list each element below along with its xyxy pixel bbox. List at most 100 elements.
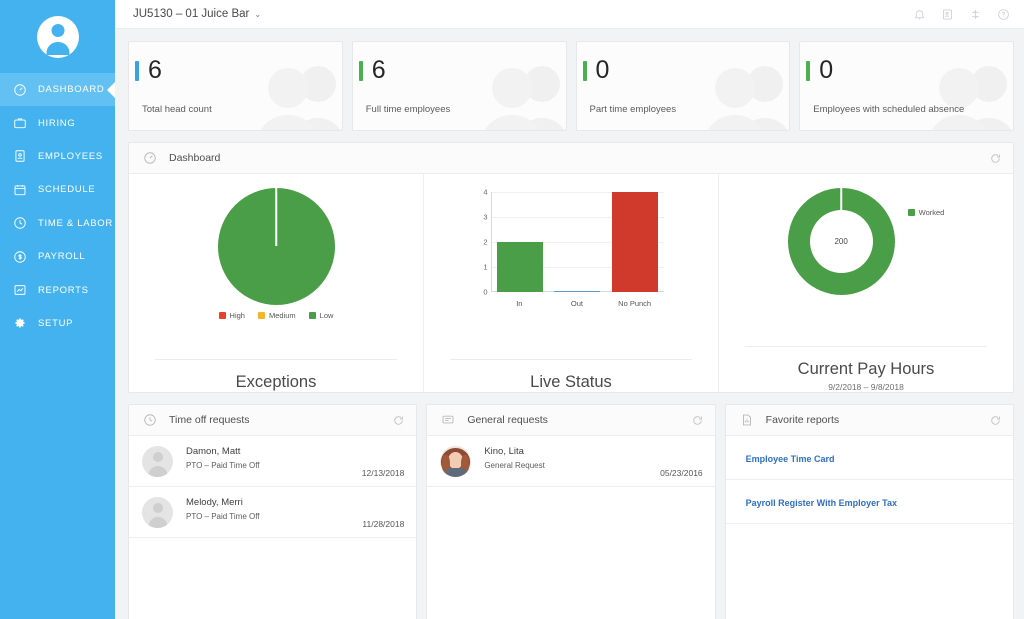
- refresh-icon[interactable]: [989, 152, 1002, 165]
- refresh-icon[interactable]: [691, 414, 704, 427]
- kpi-value: 0: [595, 56, 610, 84]
- kpi-label: Full time employees: [365, 104, 451, 115]
- kpi-label: Part time employees: [589, 104, 677, 115]
- list-item[interactable]: Employee Time Card: [725, 436, 1013, 480]
- sidebar-item-label: EMPLOYEES: [38, 150, 103, 162]
- legend-label: Medium: [268, 311, 296, 320]
- content: 6 Total head count 6 Full time employees: [115, 29, 1024, 619]
- sidebar-item-schedule[interactable]: SCHEDULE: [0, 173, 115, 206]
- plot-area: 4 3 2 1 0: [483, 188, 664, 297]
- company-selector[interactable]: JU5130 – 01 Juice Bar ⌄: [133, 8, 261, 20]
- sidebar-item-label: TIME & LABOR: [38, 217, 113, 229]
- sidebar-item-employees[interactable]: EMPLOYEES: [0, 140, 115, 173]
- time-off-requests-panel: Time off requests Damon, Matt PTO – Paid…: [128, 404, 418, 619]
- legend-swatch: [907, 209, 915, 216]
- time-off-list: Damon, Matt PTO – Paid Time Off 12/13/20…: [129, 436, 417, 619]
- report-link[interactable]: Employee Time Card: [746, 454, 835, 464]
- contact-card-icon[interactable]: [941, 8, 954, 21]
- placeholder-avatar: [142, 497, 173, 528]
- bar-no-punch[interactable]: [606, 192, 663, 292]
- list-item[interactable]: Melody, Merri PTO – Paid Time Off 11/28/…: [129, 487, 417, 538]
- kpi-card-part-time-employees[interactable]: 0 Part time employees: [575, 41, 791, 131]
- sidebar-item-time-and-labor[interactable]: TIME & LABOR: [0, 207, 115, 240]
- sidebar-item-setup[interactable]: SETUP: [0, 307, 115, 340]
- favorite-reports-panel: Favorite reports Employee Time Card Payr…: [724, 404, 1014, 619]
- user-avatar-icon: [36, 15, 79, 58]
- donut-center-value: 200: [834, 237, 848, 246]
- favorite-reports-panel-header: Favorite reports: [725, 405, 1013, 436]
- list-item[interactable]: Kino, Lita General Request 05/23/2016: [427, 436, 715, 487]
- y-tick: 1: [483, 262, 488, 272]
- kpi-value: 0: [819, 56, 834, 84]
- bell-icon[interactable]: [913, 8, 926, 21]
- request-date: 05/23/2016: [660, 468, 703, 478]
- general-requests-panel-header: General requests: [427, 405, 715, 436]
- general-requests-list: Kino, Lita General Request 05/23/2016: [427, 436, 715, 619]
- avatar: [440, 446, 472, 477]
- refresh-icon[interactable]: [989, 414, 1002, 427]
- kpi-accent-bar: [582, 61, 587, 81]
- bar-out[interactable]: [549, 192, 606, 292]
- bar-chart: 4 3 2 1 0 In Out No Punch: [469, 188, 674, 310]
- sidebar-item-payroll[interactable]: PAYROLL: [0, 240, 115, 273]
- avatar[interactable]: [0, 0, 115, 73]
- list-item[interactable]: Damon, Matt PTO – Paid Time Off 12/13/20…: [129, 436, 417, 487]
- report-link[interactable]: Payroll Register With Employer Tax: [746, 498, 897, 508]
- legend-swatch: [257, 312, 265, 319]
- legend-swatch: [308, 312, 316, 319]
- kpi-card-scheduled-absence[interactable]: 0 Employees with scheduled absence: [799, 41, 1014, 131]
- kpi-accent-bar: [806, 61, 811, 81]
- legend-label: High: [229, 311, 245, 320]
- legend-swatch: [218, 312, 226, 319]
- topbar: JU5130 – 01 Juice Bar ⌄: [115, 0, 1024, 29]
- sidebar-item-reports[interactable]: REPORTS: [0, 273, 115, 306]
- sidebar-item-label: SETUP: [38, 317, 74, 329]
- clock-icon: [142, 412, 158, 428]
- legend-label: Worked: [918, 208, 945, 217]
- x-tick: Out: [570, 299, 584, 308]
- x-tick: No Punch: [618, 299, 652, 308]
- legend-label: Low: [319, 311, 334, 320]
- exceptions-legend: High Medium Low: [218, 311, 334, 320]
- chat-bubble-icon: [440, 412, 456, 428]
- placeholder-avatar: [142, 446, 173, 477]
- company-name: JU5130 – 01 Juice Bar: [133, 8, 250, 20]
- exceptions-plot: High Medium Low: [129, 188, 423, 359]
- sidebar-item-dashboard[interactable]: DASHBOARD: [0, 73, 115, 107]
- id-badge-icon: [11, 148, 28, 165]
- chart-subtitle: 9/2/2018 – 9/8/2018: [828, 382, 904, 392]
- kpi-label: Employees with scheduled absence: [813, 104, 965, 115]
- request-meta: Melody, Merri PTO – Paid Time Off: [186, 497, 404, 521]
- sliders-icon[interactable]: [969, 8, 982, 21]
- chart-line-icon: [11, 282, 28, 299]
- request-name: Melody, Merri: [186, 497, 243, 508]
- sidebar-item-hiring[interactable]: HIRING: [0, 106, 115, 139]
- request-name: Kino, Lita: [484, 446, 524, 457]
- chart-title: Exceptions: [235, 373, 317, 391]
- general-requests-panel: General requests Kino, Lita General Requ…: [426, 404, 716, 619]
- sidebar-item-label: PAYROLL: [38, 251, 86, 263]
- kpi-card-full-time-employees[interactable]: 6 Full time employees: [351, 41, 567, 131]
- legend-item-high: High: [218, 311, 245, 320]
- y-tick: 0: [483, 287, 488, 297]
- dashboard-panel-header: Dashboard: [129, 143, 1013, 174]
- main-area: JU5130 – 01 Juice Bar ⌄ 6 Total head cou…: [115, 0, 1024, 619]
- x-labels: In Out No Punch: [491, 299, 664, 308]
- bar-in[interactable]: [492, 192, 549, 292]
- kpi-label: Total head count: [142, 104, 212, 115]
- time-off-panel-header: Time off requests: [129, 405, 417, 436]
- help-icon[interactable]: [997, 8, 1010, 21]
- kpi-card-total-head-count[interactable]: 6 Total head count: [128, 41, 343, 131]
- chart-title: Live Status: [530, 373, 612, 391]
- panel-title: Favorite reports: [765, 414, 840, 426]
- chart-title: Current Pay Hours: [797, 360, 935, 378]
- report-document-icon: [739, 412, 755, 428]
- refresh-icon[interactable]: [392, 414, 405, 427]
- request-meta: Kino, Lita General Request: [484, 446, 702, 470]
- kpi-value: 6: [148, 56, 162, 84]
- x-tick: In: [516, 299, 523, 308]
- clock-icon: [11, 215, 28, 232]
- panel-title: Time off requests: [169, 414, 250, 426]
- list-item[interactable]: Payroll Register With Employer Tax: [725, 480, 1013, 524]
- chart-live-status: 4 3 2 1 0 In Out No Punch Live Status: [423, 174, 718, 392]
